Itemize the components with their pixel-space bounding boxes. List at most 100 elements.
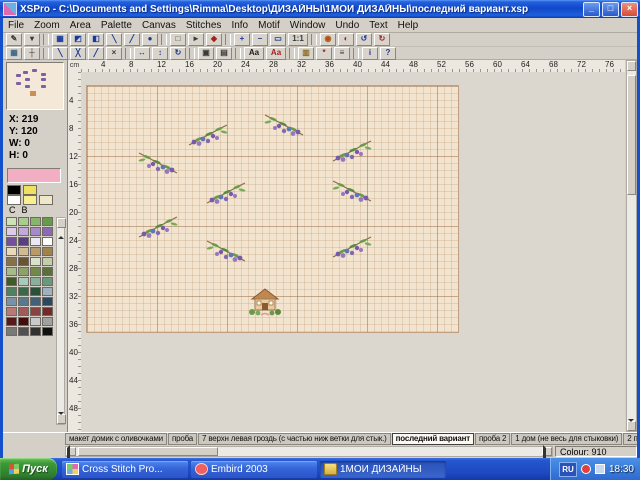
start-button[interactable]: Пуск <box>0 458 57 480</box>
palette-swatch[interactable] <box>30 297 41 306</box>
olive-branch-motif[interactable] <box>187 122 229 153</box>
menu-text[interactable]: Text <box>364 20 392 31</box>
olive-branch-motif[interactable] <box>263 112 305 143</box>
close-button[interactable]: × <box>621 2 638 17</box>
palette-swatch[interactable] <box>42 287 53 296</box>
palette-swatch[interactable] <box>30 217 41 226</box>
olive-branch-motif[interactable] <box>331 234 373 265</box>
menu-stitches[interactable]: Stitches <box>181 20 227 31</box>
erase-tool[interactable]: × <box>106 47 122 60</box>
palette-swatch[interactable] <box>18 257 29 266</box>
undo-button[interactable]: ↺ <box>356 33 372 46</box>
zoom-100-tool[interactable]: 1:1 <box>288 33 308 46</box>
backstitch-thin[interactable]: ╲ <box>52 47 68 60</box>
design-tab-2[interactable]: 7 верхн левая гроздь (с частью ниж ветки… <box>198 433 391 445</box>
palette-swatch[interactable] <box>42 277 53 286</box>
menu-help[interactable]: Help <box>393 20 424 31</box>
backstitch-tool[interactable]: ╲ <box>106 33 122 46</box>
rotate-motif[interactable]: ↻ <box>170 47 186 60</box>
palette-swatch[interactable] <box>30 327 41 336</box>
palette-swatch[interactable] <box>42 247 53 256</box>
menu-window[interactable]: Window <box>285 20 331 31</box>
palette-swatch[interactable] <box>30 307 41 316</box>
olive-branch-motif[interactable] <box>137 214 179 245</box>
backstitch-thick[interactable]: ╱ <box>88 47 104 60</box>
info-button[interactable]: i <box>362 47 378 60</box>
colour-picker-tool[interactable]: ◐ <box>338 33 354 46</box>
longstitch-tool[interactable]: ╱ <box>124 33 140 46</box>
palette-swatch[interactable] <box>18 287 29 296</box>
design-tab-5[interactable]: 1 дом (не весь для стыковки) <box>511 433 622 445</box>
palette-swatch[interactable] <box>42 317 53 326</box>
palette-swatch[interactable] <box>6 307 17 316</box>
palette-scroll-up-icon[interactable] <box>57 218 66 228</box>
palette-swatch[interactable] <box>42 237 53 246</box>
palette-swatch[interactable] <box>18 237 29 246</box>
palette-swatch[interactable] <box>30 237 41 246</box>
menu-area[interactable]: Area <box>65 20 96 31</box>
palette-swatch[interactable] <box>6 297 17 306</box>
palette-scrollbar[interactable] <box>56 217 65 425</box>
design-preview-thumbnail[interactable] <box>6 62 64 110</box>
horizontal-scrollbar[interactable] <box>65 446 553 457</box>
thread-list[interactable]: ≡ <box>334 47 350 60</box>
palette-swatch[interactable] <box>6 287 17 296</box>
fill-tool[interactable]: ◆ <box>206 33 222 46</box>
palette-quick-swatch[interactable] <box>39 195 53 205</box>
palette-swatch[interactable] <box>30 267 41 276</box>
palette-quick-swatch[interactable] <box>7 195 21 205</box>
palette-quick-swatch[interactable] <box>7 185 21 195</box>
scroll-down-icon[interactable] <box>627 421 636 431</box>
palette-swatch[interactable] <box>6 247 17 256</box>
menu-zoom[interactable]: Zoom <box>29 20 65 31</box>
palette-quick-swatch[interactable] <box>23 185 37 195</box>
menu-info[interactable]: Info <box>226 20 253 31</box>
taskbar-button[interactable]: Cross Stitch Pro... <box>62 461 188 478</box>
palette-swatch[interactable] <box>18 297 29 306</box>
help-button[interactable]: ? <box>380 47 396 60</box>
palette-swatch[interactable] <box>42 257 53 266</box>
palette-swatch[interactable] <box>18 217 29 226</box>
design-tab-0[interactable]: макет домик с оливочками <box>65 433 167 445</box>
vertical-scrollbar[interactable] <box>626 60 637 432</box>
titlebar[interactable]: XSPro - C:\Documents and Settings\Rimma\… <box>0 0 640 18</box>
language-indicator[interactable]: RU <box>559 462 577 477</box>
palette-swatch[interactable] <box>30 257 41 266</box>
palette-swatch[interactable] <box>6 227 17 236</box>
palette-swatch[interactable] <box>30 317 41 326</box>
palette-swatch[interactable] <box>30 287 41 296</box>
tray-app-icon[interactable] <box>581 464 591 474</box>
french-knot-tool[interactable]: ● <box>142 33 158 46</box>
palette-swatch[interactable] <box>6 327 17 336</box>
palette-swatch[interactable] <box>6 237 17 246</box>
palette-swatch[interactable] <box>18 277 29 286</box>
palette-swatch[interactable] <box>30 227 41 236</box>
palette-swatch[interactable] <box>42 267 53 276</box>
palette-quick-swatch[interactable] <box>23 195 37 205</box>
zoom-area-tool[interactable]: ▭ <box>270 33 286 46</box>
taskbar-button[interactable]: 1МОИ ДИЗАЙНЫ <box>320 461 446 478</box>
pencil-tool[interactable]: ✎ <box>6 33 22 46</box>
menu-palette[interactable]: Palette <box>96 20 137 31</box>
redo-button[interactable]: ↻ <box>374 33 390 46</box>
zoom-out-tool[interactable]: − <box>252 33 268 46</box>
taskbar-button[interactable]: Embird 2003 <box>191 461 317 478</box>
grid-toggle[interactable]: ▦ <box>6 47 22 60</box>
selected-colour-swatch[interactable] <box>7 168 61 183</box>
scroll-left-icon[interactable] <box>66 447 76 456</box>
palette-swatch[interactable] <box>42 227 53 236</box>
move-tool[interactable]: ► <box>188 33 204 46</box>
scroll-right-icon[interactable] <box>542 447 552 456</box>
house-motif[interactable] <box>247 286 283 321</box>
menu-undo[interactable]: Undo <box>330 20 364 31</box>
palette-swatch[interactable] <box>6 217 17 226</box>
menu-file[interactable]: File <box>3 20 29 31</box>
palette-swatch[interactable] <box>6 277 17 286</box>
quarter-stitch-tool[interactable]: ◧ <box>88 33 104 46</box>
half-stitch-tool[interactable]: ◩ <box>70 33 86 46</box>
tray-volume-icon[interactable] <box>595 464 605 474</box>
color-wheel-icon[interactable]: ◉ <box>320 33 336 46</box>
flip-horizontal[interactable]: ↔ <box>134 47 150 60</box>
design-tab-4[interactable]: проба 2 <box>475 433 510 445</box>
palette-swatch[interactable] <box>6 267 17 276</box>
